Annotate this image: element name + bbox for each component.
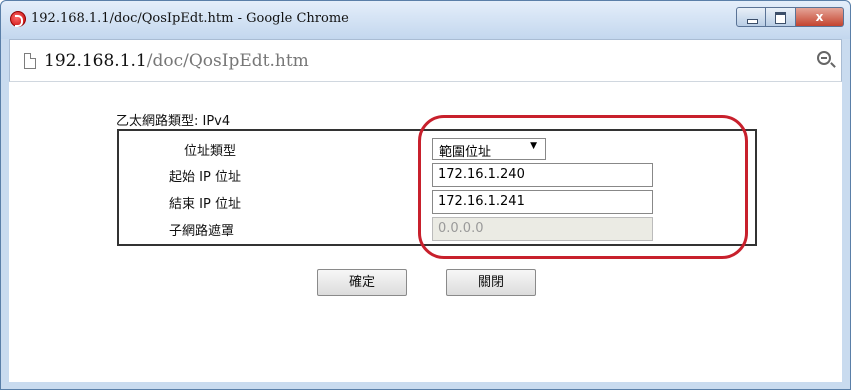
- close-icon: x: [815, 10, 824, 24]
- address-type-value: 範圍位址: [439, 145, 492, 160]
- dlink-icon: [10, 11, 26, 27]
- ip-form-box: 位址類型 範圍位址 ▼ 起始 IP 位址 172.16.1.240 結束 IP …: [117, 129, 757, 246]
- page-content: 乙太網路類型: IPv4 位址類型 範圍位址 ▼ 起始 IP 位址 172.16…: [9, 82, 842, 382]
- dropdown-arrow-icon: ▼: [530, 141, 537, 151]
- close-window-button[interactable]: x: [796, 7, 844, 27]
- address-type-label: 位址類型: [184, 144, 237, 159]
- subnet-mask-input: 0.0.0.0: [432, 217, 653, 241]
- start-ip-label: 起始 IP 位址: [169, 170, 241, 185]
- subnet-mask-label: 子網路遮罩: [169, 224, 235, 239]
- minimize-button[interactable]: [736, 7, 766, 27]
- page-icon: [24, 53, 36, 69]
- ok-button[interactable]: 確定: [317, 269, 407, 296]
- url-host: 192.168.1.1: [44, 51, 147, 71]
- close-button[interactable]: 關閉: [446, 269, 536, 296]
- address-bar[interactable]: 192.168.1.1/doc/QosIpEdt.htm: [9, 39, 842, 82]
- end-ip-input[interactable]: 172.16.1.241: [432, 190, 653, 214]
- address-type-select[interactable]: 範圍位址 ▼: [432, 138, 546, 160]
- browser-window: 192.168.1.1/doc/QosIpEdt.htm - Google Ch…: [0, 0, 851, 390]
- window-controls: x: [736, 7, 844, 27]
- end-ip-label: 結束 IP 位址: [169, 197, 241, 212]
- maximize-button[interactable]: [766, 7, 796, 27]
- zoom-icon[interactable]: [817, 51, 831, 65]
- window-title: 192.168.1.1/doc/QosIpEdt.htm - Google Ch…: [31, 11, 349, 26]
- ethernet-type-label: 乙太網路類型: IPv4: [116, 114, 231, 129]
- url-path: /doc/QosIpEdt.htm: [146, 51, 309, 71]
- start-ip-input[interactable]: 172.16.1.240: [432, 163, 653, 187]
- url-text[interactable]: 192.168.1.1/doc/QosIpEdt.htm: [44, 51, 309, 71]
- title-bar[interactable]: 192.168.1.1/doc/QosIpEdt.htm - Google Ch…: [1, 1, 850, 39]
